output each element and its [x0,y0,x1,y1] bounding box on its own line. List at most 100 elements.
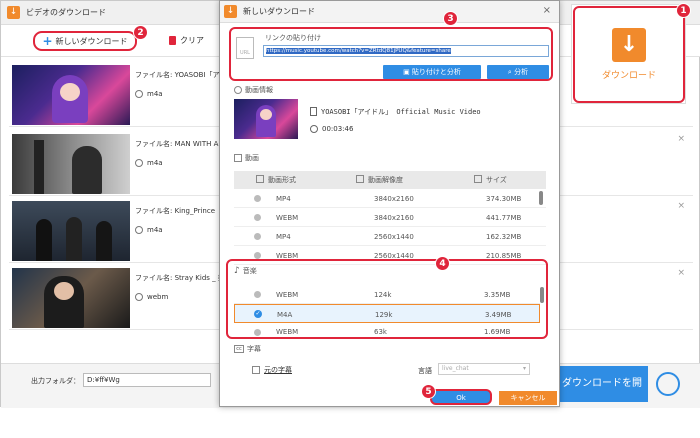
table-row[interactable]: MP4 3840x2160 374.30MB [234,189,546,208]
trash-icon [169,36,176,45]
audio-icon [135,226,143,234]
dialog-title-bar: ↓ 新しいダウンロード × [220,1,559,23]
step-badge-4: 4 [435,256,450,271]
clock-icon [310,125,318,133]
radio-icon[interactable] [254,214,261,221]
video-thumbnail [12,201,130,261]
new-download-dialog: ↓ 新しいダウンロード × URL リンクの貼り付け https://music… [219,0,560,407]
cc-icon: cc [234,345,244,353]
remove-icon[interactable]: × [677,268,685,278]
step-badge-5: 5 [421,384,436,399]
paste-analyze-label: 貼り付けと分析 [411,68,461,76]
file-icon [310,107,317,116]
audio-icon [135,90,143,98]
url-paste-area: URL リンクの貼り付け https://music.youtube.com/w… [229,27,553,81]
duration-row: 00:03:46 [310,125,353,133]
table-row[interactable]: WEBM 3840x2160 441.77MB [234,208,546,227]
row-format: MP4 [276,195,291,203]
radio-icon[interactable] [254,233,261,240]
file-format: m4a [135,226,163,234]
music-icon: ♪ [234,266,240,276]
remove-icon[interactable]: × [677,134,685,144]
row-res: 129k [375,311,393,319]
analyze-button[interactable]: ⌕ 分析 [487,65,549,79]
resolution-icon [356,175,364,183]
video-section-header: 動画 [234,153,259,163]
radio-icon[interactable] [254,291,261,298]
size-icon [474,175,482,183]
output-folder-field[interactable]: D:¥ff¥Wg [83,373,211,387]
col-resolution-label: 動画解像度 [368,176,403,184]
language-select[interactable]: live_chat ▾ [438,363,530,375]
video-thumbnail [12,268,130,328]
audio-icon [135,159,143,167]
row-size: 3.49MB [485,311,512,319]
cancel-button[interactable]: キャンセル [499,391,557,405]
radio-icon[interactable] [254,329,261,336]
audio-scrollbar[interactable] [540,287,544,303]
row-format: M4A [277,311,293,319]
step-badge-3: 3 [443,11,458,26]
language-label: 言語 [418,367,432,375]
format-column: 動画形式 [256,175,296,185]
clipboard-icon: ▣ [403,68,412,76]
format-label: webm [147,293,169,301]
output-folder-label: 出力フォルダ： [31,377,80,385]
download-big-label: ダウンロード [601,71,656,81]
col-format-label: 動画形式 [268,176,296,184]
row-res: 3840x2160 [374,214,414,222]
size-column: サイズ [474,175,507,185]
row-res: 2560x1440 [374,233,414,241]
new-download-button[interactable]: + 新しいダウンロード [33,31,137,51]
ok-button[interactable]: Ok [430,389,492,405]
checkbox-icon[interactable] [252,366,260,374]
row-size: 441.77MB [486,214,522,222]
table-row[interactable]: WEBM 63k 1.69MB [234,323,540,342]
audio-section-label: 音楽 [242,267,257,275]
table-row[interactable]: WEBM 124k 3.35MB [234,285,540,304]
url-input[interactable]: https://music.youtube.com/watch?v=ZRtdQ8… [263,45,549,57]
app-icon: ↓ [224,5,237,18]
table-row-selected[interactable]: ✓ M4A 129k 3.49MB [234,304,540,323]
row-size: 162.32MB [486,233,522,241]
row-format: MP4 [276,233,291,241]
row-size: 374.30MB [486,195,522,203]
download-big-button[interactable]: ↓ ダウンロード [573,6,685,103]
check-icon[interactable]: ✓ [254,310,262,318]
start-download-button[interactable]: ダウンロードを開始 [558,366,648,425]
download-panel: ↓ ダウンロード [571,4,686,104]
alarm-clock-icon[interactable] [656,372,680,396]
file-format: webm [135,293,168,301]
resolution-column: 動画解像度 [356,175,403,185]
close-icon[interactable]: × [543,5,551,16]
file-format: m4a [135,90,163,98]
video-info-header: 動画情報 [234,85,273,95]
info-icon [234,86,242,94]
row-format: WEBM [276,214,299,222]
paste-analyze-button[interactable]: ▣ 貼り付けと分析 [383,65,481,79]
row-res: 124k [374,291,392,299]
video-scrollbar[interactable] [539,191,543,205]
app-icon: ↓ [7,6,20,19]
radio-icon[interactable] [254,195,261,202]
video-section-label: 動画 [245,154,259,162]
video-thumbnail [12,134,130,194]
video-title: YOASOBI「アイドル」 Official Music Video [321,108,481,116]
original-subs-checkbox[interactable]: 元の字幕 [252,365,292,375]
url-text: https://music.youtube.com/watch?v=ZRtdQ8… [266,48,451,54]
row-size: 1.69MB [484,328,511,336]
new-download-label: 新しいダウンロード [55,36,128,46]
video-duration: 00:03:46 [322,125,354,133]
video-table: MP4 3840x2160 374.30MB WEBM 3840x2160 441.77… [234,189,546,265]
chevron-down-icon: ▾ [522,365,526,372]
audio-icon [135,293,143,301]
subtitle-section-label: 字幕 [247,345,261,353]
clear-button[interactable]: クリア [169,35,204,46]
file-format: m4a [135,159,163,167]
table-row[interactable]: MP4 2560x1440 162.32MB [234,227,546,246]
radio-icon[interactable] [254,252,261,259]
video-table-header: 動画形式 動画解像度 サイズ [234,171,546,189]
url-icon: URL [236,37,254,59]
remove-icon[interactable]: × [677,201,685,211]
paste-link-label: リンクの貼り付け [265,34,321,42]
